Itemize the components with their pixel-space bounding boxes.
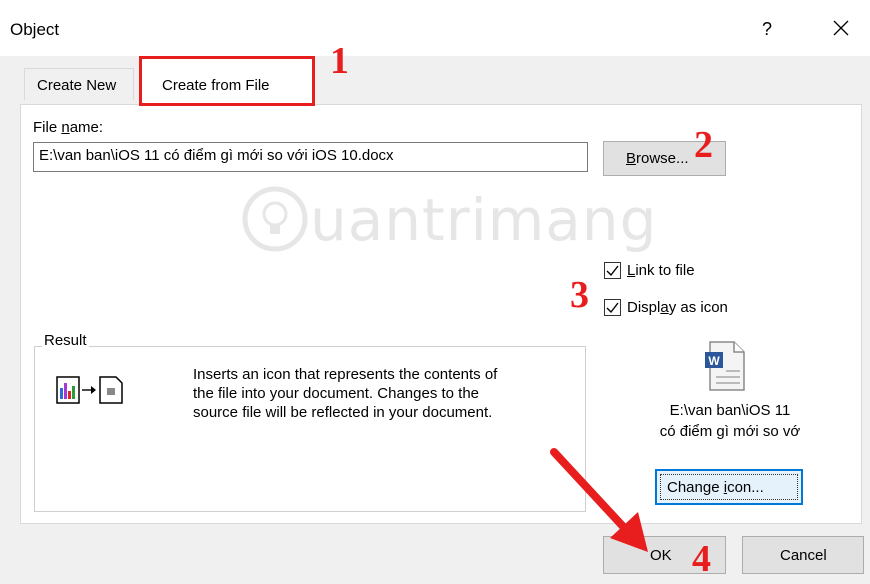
file-name-input[interactable]: E:\van ban\iOS 11 có điểm gì mới so với … [33, 142, 588, 172]
watermark-logo: uantrimang [240, 180, 656, 260]
checkmark-icon [606, 302, 619, 314]
word-document-icon: W [705, 341, 745, 391]
link-to-file-checkbox[interactable] [604, 262, 621, 279]
cancel-button[interactable]: Cancel [742, 536, 864, 574]
title-bar: Object ? [0, 0, 870, 56]
file-name-label: File name: [33, 119, 104, 136]
annotation-step-4: 4 [692, 538, 711, 580]
red-arrow-icon [550, 448, 648, 552]
checkmark-icon [606, 265, 619, 277]
watermark-text: uantrimang [310, 186, 658, 254]
display-as-icon-label: Display as icon [627, 299, 728, 316]
annotation-step-1: 1 [330, 40, 349, 82]
display-as-icon-option[interactable]: Display as icon [604, 299, 728, 316]
embed-as-icon-illustration [56, 376, 123, 404]
icon-caption: E:\van ban\iOS 11 có điểm gì mới so vớ [659, 402, 801, 440]
focus-rectangle [660, 474, 798, 500]
display-as-icon-checkbox[interactable] [604, 299, 621, 316]
annotation-step-2: 2 [694, 124, 713, 166]
link-to-file-option[interactable]: Link to file [604, 262, 695, 279]
svg-text:W: W [708, 354, 720, 368]
result-description: Inserts an icon that represents the cont… [193, 366, 498, 421]
change-icon-button[interactable]: Change icon... [655, 469, 803, 505]
dialog-title: Object [10, 20, 60, 39]
link-to-file-label: Link to file [627, 262, 695, 279]
tab-create-new[interactable]: Create New [24, 68, 134, 100]
close-icon [833, 20, 849, 36]
annotation-step-3: 3 [570, 274, 589, 316]
tab-create-from-file[interactable]: Create from File [139, 56, 315, 106]
help-button[interactable]: ? [752, 14, 782, 44]
result-label: Result [42, 332, 89, 349]
close-button[interactable] [826, 14, 856, 44]
lightbulb-icon [242, 186, 308, 252]
